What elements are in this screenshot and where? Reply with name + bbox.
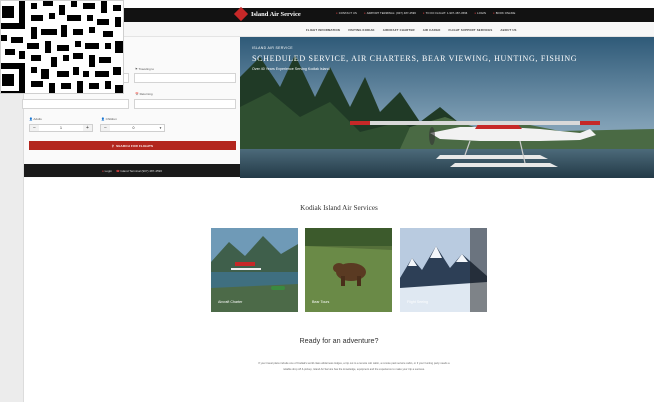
card-label: Aircraft Charter (218, 300, 243, 304)
utility-link-flight[interactable]: ●TO KO FLIGHT: 1-907-487-4596 (423, 12, 467, 15)
hero-kicker: ISLAND AIR SERVICE (252, 46, 293, 50)
nav-visiting-kodiak[interactable]: VISITING KODIAK (348, 28, 375, 32)
brand[interactable]: Island Air Service (233, 6, 301, 22)
utility-link-terminal[interactable]: ●AIRPORT TERMINAL: (907) 487-4596 (364, 12, 416, 15)
nav-aircraft-charter[interactable]: AIRCRAFT CHARTER (383, 28, 415, 32)
children-label: 👤 Children (101, 117, 117, 121)
hero-title: SCHEDULED SERVICE, AIR CHARTERS, BEAR VI… (252, 54, 578, 63)
traveling-to-label: ⚑ Traveling to (135, 67, 155, 71)
services-heading: Kodiak Island Air Services (300, 204, 378, 212)
minus-icon[interactable]: − (30, 125, 39, 131)
returning-date-field[interactable] (134, 99, 236, 109)
qr-code-icon (1, 1, 123, 93)
nav-flight-support[interactable]: FLIGHT SUPPORT SERVICES (449, 28, 493, 32)
page: Island Air Service ●CONTACT US ●AIRPORT … (0, 0, 654, 402)
search-icon: ⚲ (111, 143, 115, 148)
service-card-bear-tours[interactable]: Bear Tours (305, 228, 392, 312)
qr-code-overlay (0, 0, 124, 94)
card-label: Flight Seeing (407, 300, 428, 304)
adventure-heading: Ready for an adventure? (299, 336, 379, 345)
utility-link-login[interactable]: ●LOGIN (474, 12, 486, 15)
minus-icon[interactable]: − (101, 125, 110, 131)
search-flights-button[interactable]: ⚲ SEARCH FOR FLIGHTS (29, 141, 236, 150)
brand-name: Island Air Service (251, 10, 301, 18)
returning-label: 📅 Returning (135, 92, 153, 96)
service-card-aircraft-charter[interactable]: Aircraft Charter (211, 228, 298, 312)
adults-label: 👤 Adults (29, 117, 42, 121)
utility-links: ●CONTACT US ●AIRPORT TERMINAL: (907) 487… (336, 12, 515, 15)
adults-stepper[interactable]: − 1 + (29, 124, 93, 132)
service-card-flight-seeing[interactable]: Flight Seeing (400, 228, 487, 312)
hero-banner: ISLAND AIR SERVICE SCHEDULED SERVICE, AI… (240, 37, 654, 178)
utility-link-book[interactable]: ●BOOK ONLINE (493, 12, 515, 15)
chevron-down-icon[interactable]: ▼ (157, 126, 164, 130)
hero-subtitle: Over 40 Years Experience Serving Kodiak … (252, 67, 330, 71)
destination-field[interactable] (134, 73, 236, 83)
card-label: Bear Tours (312, 300, 330, 304)
children-stepper[interactable]: − 0 ▼ (100, 124, 165, 132)
adventure-body: If your travel plans include one of Kodi… (258, 362, 450, 371)
plus-icon[interactable]: + (83, 125, 92, 131)
search-panel-footer: ● Login ☎ Island Terminal (907) 487-4596 (24, 164, 240, 177)
nav-flight-information[interactable]: FLIGHT INFORMATION (306, 28, 340, 32)
login-link[interactable]: ● Login (102, 169, 112, 173)
island-logo-icon (233, 6, 249, 22)
nav-air-cargo[interactable]: AIR CARGO (423, 28, 441, 32)
terminal-phone[interactable]: ☎ Island Terminal (907) 487-4596 (116, 169, 162, 173)
departing-date-field[interactable] (22, 99, 129, 109)
utility-link-contact[interactable]: ●CONTACT US (336, 12, 357, 15)
nav-about-us[interactable]: ABOUT US (500, 28, 516, 32)
